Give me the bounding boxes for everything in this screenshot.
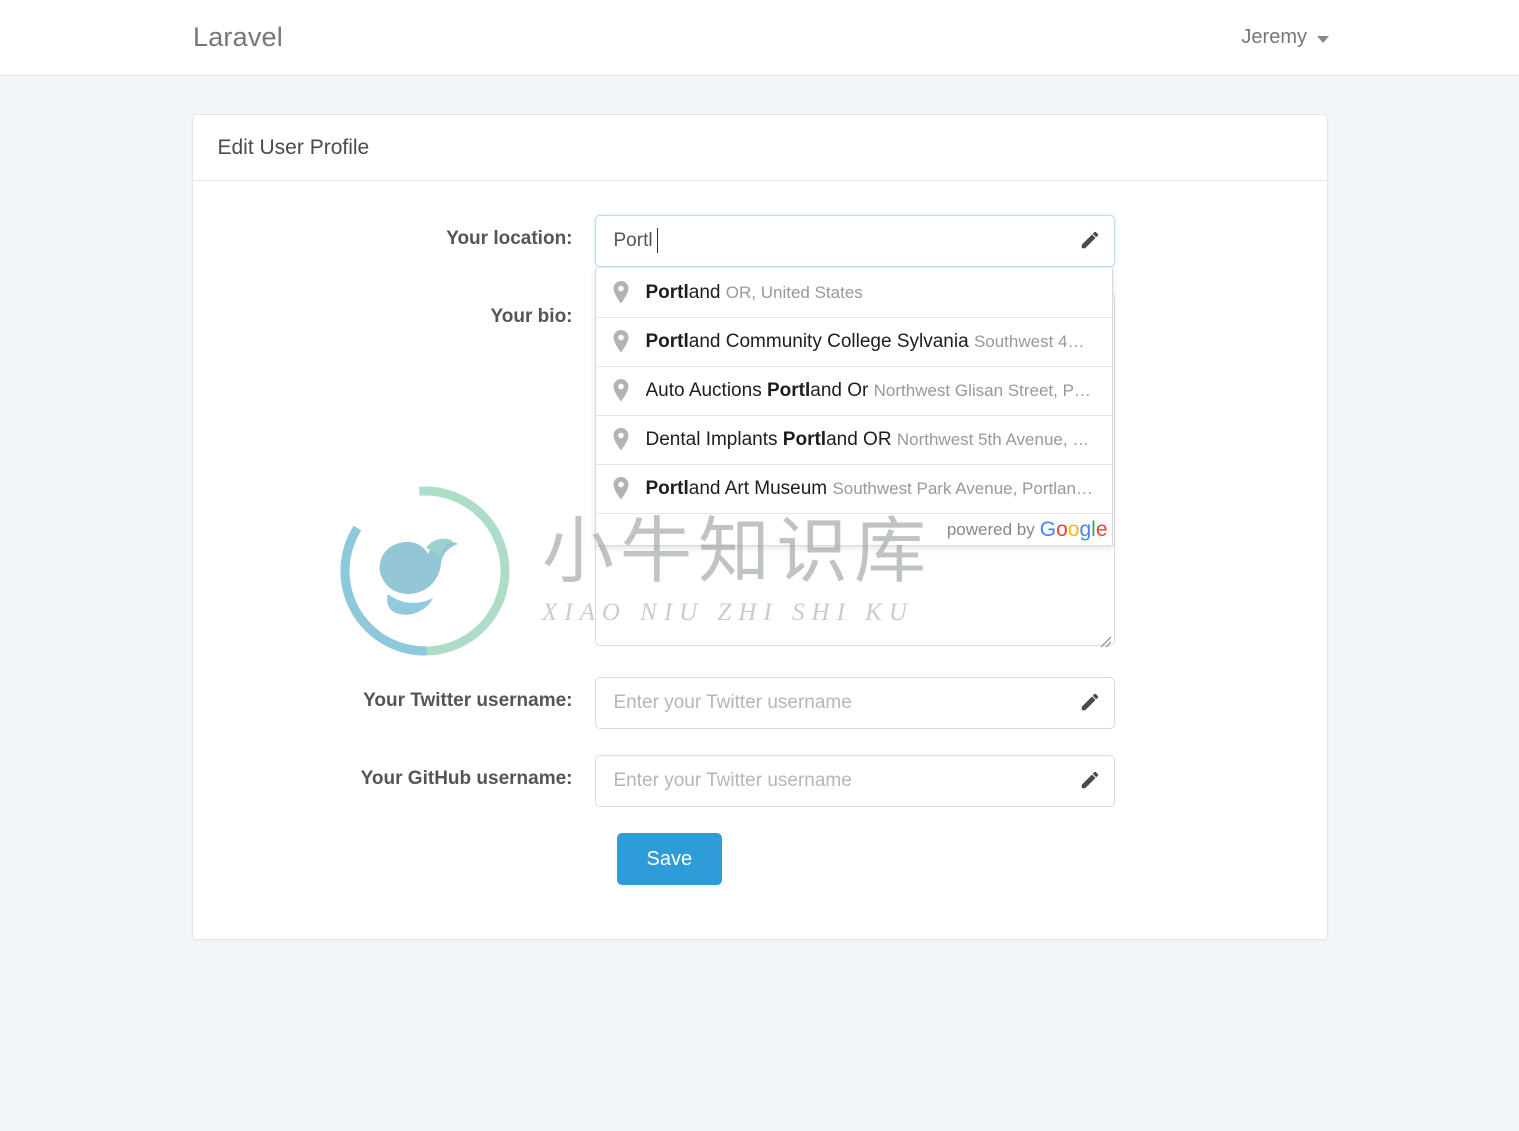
autocomplete-matched: Portl — [645, 281, 689, 303]
form-actions: Save — [193, 833, 1327, 885]
autocomplete-prefix: Dental Implants — [645, 429, 783, 450]
autocomplete-secondary: OR, United States — [725, 282, 863, 302]
autocomplete-main-rest: and Art Museum — [688, 478, 828, 499]
twitter-label: Your Twitter username: — [363, 690, 573, 711]
autocomplete-item[interactable]: Portland Art Museum Southwest Park Avenu… — [595, 464, 1112, 513]
edit-profile-card: Edit User Profile Your location: Portl P… — [191, 114, 1328, 940]
autocomplete-item-text: Portland OR, United States — [646, 282, 863, 304]
autocomplete-matched: Portl — [782, 429, 827, 450]
autocomplete-item[interactable]: Dental Implants Portland OR Northwest 5t… — [595, 415, 1112, 464]
text-cursor — [656, 228, 658, 253]
card-body: Your location: Portland OR, United S — [193, 181, 1327, 939]
github-field-wrap — [594, 755, 1115, 807]
google-letter: e — [1095, 517, 1108, 541]
google-letter: g — [1079, 517, 1092, 541]
location-field-wrap: Portland OR, United States Portland Comm… — [594, 215, 1115, 546]
autocomplete-main-rest: and — [688, 281, 721, 303]
google-letter: o — [1067, 517, 1080, 541]
autocomplete-item[interactable]: Portland Community College Sylvania Sout… — [595, 317, 1112, 366]
autocomplete-item-text: Auto Auctions Portland Or Northwest Glis… — [646, 380, 1091, 402]
autocomplete-dropdown[interactable]: Portland OR, United States Portland Comm… — [594, 268, 1113, 546]
chevron-down-icon — [1317, 35, 1329, 43]
autocomplete-main-rest: and Or — [810, 380, 869, 401]
github-username-input[interactable] — [594, 755, 1115, 807]
autocomplete-item-text: Dental Implants Portland OR Northwest 5t… — [646, 429, 1090, 451]
twitter-username-input[interactable] — [594, 677, 1115, 729]
page-content: Edit User Profile Your location: Portl P… — [0, 76, 1519, 940]
top-navbar: Laravel Jeremy — [0, 0, 1519, 76]
autocomplete-item-text: Portland Community College Sylvania Sout… — [646, 331, 1085, 353]
map-pin-icon — [613, 379, 628, 402]
form-row-github: Your GitHub username: — [193, 755, 1327, 807]
form-row-twitter: Your Twitter username: — [193, 677, 1327, 729]
twitter-field-wrap — [594, 677, 1115, 729]
save-button[interactable]: Save — [616, 833, 723, 885]
autocomplete-matched: Portl — [645, 331, 689, 352]
powered-by-google: powered by Google — [595, 513, 1112, 545]
map-pin-icon — [613, 330, 628, 353]
map-pin-icon — [613, 477, 628, 500]
autocomplete-secondary: Northwest 5th Avenue, … — [896, 430, 1090, 449]
powered-by-label: powered by — [946, 519, 1035, 539]
user-menu[interactable]: Jeremy — [1241, 26, 1329, 49]
google-letter: G — [1039, 517, 1057, 541]
autocomplete-prefix: Auto Auctions — [645, 380, 767, 401]
google-letter: o — [1056, 517, 1068, 541]
user-menu-label: Jeremy — [1241, 26, 1307, 48]
autocomplete-item-text: Portland Art Museum Southwest Park Avenu… — [646, 478, 1093, 500]
card-header: Edit User Profile — [192, 115, 1327, 181]
autocomplete-secondary: Southwest 4… — [973, 332, 1085, 351]
google-logo-icon: Google — [1040, 518, 1108, 542]
autocomplete-matched: Portl — [645, 478, 689, 499]
form-row-location: Your location: Portland OR, United S — [193, 215, 1327, 546]
github-label: Your GitHub username: — [360, 768, 573, 789]
bio-label: Your bio: — [490, 306, 573, 327]
autocomplete-item[interactable]: Auto Auctions Portland Or Northwest Glis… — [595, 366, 1112, 415]
autocomplete-main-rest: and OR — [826, 429, 892, 450]
map-pin-icon — [613, 280, 628, 303]
brand-logo[interactable]: Laravel — [193, 22, 283, 53]
autocomplete-secondary: Southwest Park Avenue, Portlan… — [832, 479, 1093, 498]
autocomplete-matched: Portl — [766, 380, 811, 401]
autocomplete-secondary: Northwest Glisan Street, P… — [873, 381, 1091, 400]
map-pin-icon — [613, 428, 628, 451]
actions-spacer — [193, 833, 595, 885]
location-label: Your location: — [446, 228, 573, 249]
autocomplete-main-rest: and Community College Sylvania — [688, 331, 969, 352]
page-title: Edit User Profile — [217, 135, 370, 159]
autocomplete-item[interactable]: Portland OR, United States — [596, 268, 1112, 317]
location-input[interactable] — [594, 215, 1115, 267]
